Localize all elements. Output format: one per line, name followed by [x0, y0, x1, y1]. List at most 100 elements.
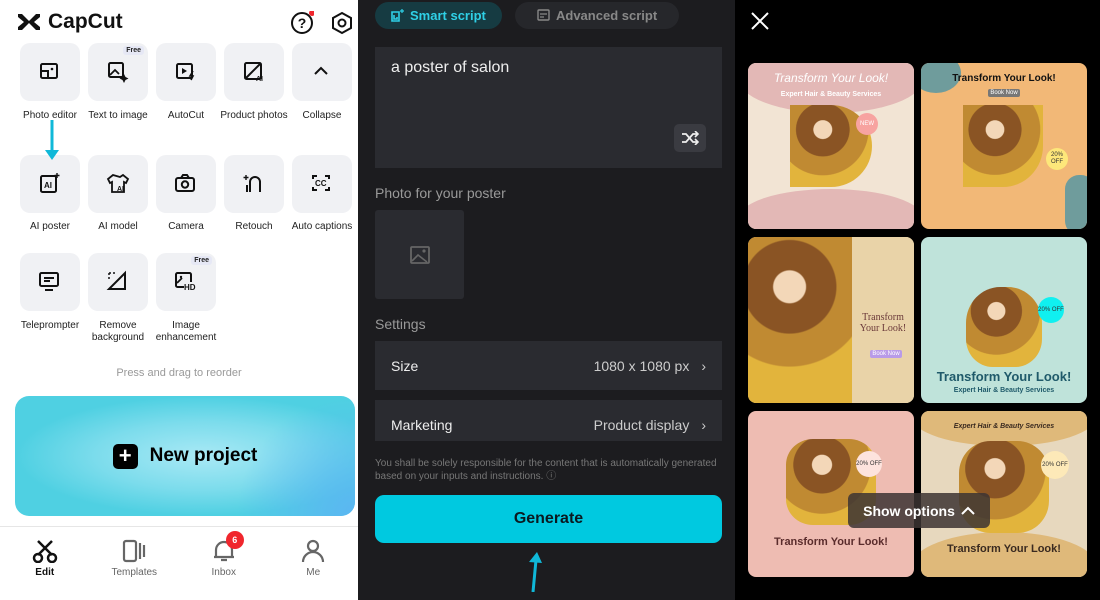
- tool-label: AutoCut: [167, 110, 205, 121]
- user-icon: [302, 539, 325, 563]
- product-photos-icon: AI: [244, 62, 263, 83]
- poster-title: Transform Your Look!: [774, 536, 888, 548]
- poster-result[interactable]: Transform Your Look! Expert Hair & Beauty…: [921, 237, 1087, 403]
- help-icon: ?: [291, 10, 315, 34]
- chevron-right-icon: ›: [701, 416, 706, 433]
- svg-text:HD: HD: [184, 283, 196, 292]
- tool-product-photos-button[interactable]: AI: [224, 43, 284, 101]
- tool-label: Teleprompter: [20, 320, 80, 331]
- close-icon[interactable]: [751, 12, 769, 30]
- tool-collapse-button[interactable]: [292, 43, 352, 101]
- photo-label: Photo for your poster: [375, 185, 506, 201]
- image-icon: [409, 245, 430, 264]
- tool-label: Collapse: [302, 110, 342, 121]
- marketing-setting[interactable]: Marketing Product display ›: [375, 400, 722, 441]
- chevron-up-icon: [961, 506, 975, 515]
- svg-text:AI: AI: [256, 76, 263, 83]
- chevron-right-icon: ›: [701, 357, 706, 374]
- capcut-logo: CapCut: [16, 10, 123, 34]
- tool-label: Camera: [168, 221, 204, 232]
- bottom-nav: Edit Templates 6 Inbox Me: [0, 526, 358, 600]
- poster-badge: 20% OFF: [1038, 297, 1064, 323]
- captions-icon: CC: [312, 175, 330, 191]
- tool-label: Remove background: [91, 320, 145, 343]
- ai-poster-icon: AI: [40, 173, 60, 193]
- poster-title: Transform Your Look!: [859, 312, 907, 334]
- nav-inbox[interactable]: 6 Inbox: [179, 527, 269, 600]
- tool-label: AI poster: [29, 221, 71, 232]
- poster-badge: 20% OFF: [856, 451, 882, 477]
- image-enhancement-icon: HD: [175, 272, 196, 292]
- poster-photo: [963, 105, 1043, 187]
- tool-text-to-image-button[interactable]: Free: [88, 43, 148, 101]
- ai-model-icon: AI: [106, 173, 130, 193]
- autocut-icon: [176, 63, 195, 81]
- gear-icon: [332, 11, 352, 35]
- poster-subtitle: Expert Hair & Beauty Services: [780, 91, 882, 98]
- tool-label: Product photos: [220, 110, 288, 121]
- poster-badge: 20% OFF: [1041, 451, 1069, 479]
- remove-background-icon: [106, 270, 126, 290]
- nav-edit[interactable]: Edit: [0, 527, 90, 600]
- poster-subtitle: Book Now: [988, 89, 1020, 97]
- shuffle-icon: [682, 131, 699, 145]
- poster-badge: NEW: [856, 113, 878, 135]
- tool-photo-editor-button[interactable]: [20, 43, 80, 101]
- poster-subtitle: Book Now: [870, 350, 902, 358]
- svg-text:AI: AI: [117, 186, 124, 193]
- retouch-icon: [243, 175, 261, 192]
- arrow-down-annotation-icon: [45, 120, 59, 160]
- scissors-icon: [32, 540, 57, 563]
- svg-text:CC: CC: [315, 179, 327, 188]
- photo-upload[interactable]: [375, 210, 464, 299]
- new-project-button[interactable]: + New project: [15, 396, 355, 516]
- info-icon[interactable]: ⓘ: [546, 471, 556, 482]
- settings-label: Settings: [375, 316, 426, 332]
- nav-me[interactable]: Me: [269, 527, 359, 600]
- tool-image-enhancement-button[interactable]: HD Free: [156, 253, 216, 311]
- size-setting[interactable]: Size 1080 x 1080 px ›: [375, 341, 722, 390]
- svg-text:?: ?: [298, 15, 307, 31]
- tool-retouch-button[interactable]: [224, 155, 284, 213]
- tool-label: AI model: [98, 221, 138, 232]
- shuffle-button[interactable]: [674, 124, 706, 152]
- generate-button[interactable]: Generate: [375, 495, 722, 543]
- tool-auto-captions-button[interactable]: CC: [292, 155, 352, 213]
- capcut-home-panel: CapCut ? Photo editor Free Text to image Au…: [0, 0, 358, 600]
- nav-templates[interactable]: Templates: [90, 527, 180, 600]
- teleprompter-icon: [39, 272, 59, 291]
- poster-title: Transform Your Look!: [952, 73, 1056, 84]
- poster-title: Transform Your Look!: [773, 71, 889, 85]
- templates-icon: [123, 539, 146, 563]
- plus-icon: +: [112, 443, 138, 469]
- help-button[interactable]: ?: [290, 10, 315, 40]
- capcut-logo-icon: [18, 14, 40, 30]
- chevron-up-icon: [314, 66, 328, 75]
- free-badge: Free: [123, 46, 144, 55]
- text-to-image-icon: [108, 62, 129, 83]
- poster-result[interactable]: Transform Your Look! Book Now: [748, 237, 914, 403]
- tab-advanced-script[interactable]: Advanced script: [515, 2, 680, 29]
- show-options-button[interactable]: Show options: [848, 493, 990, 528]
- poster-result[interactable]: Transform Your Look! Expert Hair & Beauty…: [748, 63, 914, 229]
- svg-text:AI: AI: [44, 181, 52, 190]
- tool-camera-button[interactable]: [156, 155, 216, 213]
- inbox-badge: 6: [225, 531, 244, 549]
- tool-autocut-button[interactable]: [156, 43, 216, 101]
- poster-result[interactable]: Transform Your Look! Book Now 20% OFF: [921, 63, 1087, 229]
- settings-button[interactable]: [331, 11, 353, 40]
- tool-teleprompter-button[interactable]: [20, 253, 80, 311]
- tab-smart-script[interactable]: Smart script: [375, 2, 502, 29]
- tool-ai-model-button[interactable]: AI: [88, 155, 148, 213]
- reorder-hint: Press and drag to reorder: [116, 367, 242, 379]
- prompt-input[interactable]: a poster of salon: [375, 47, 722, 168]
- arrow-up-annotation-icon: [529, 552, 542, 592]
- free-badge: Free: [191, 256, 212, 265]
- poster-subtitle: Expert Hair & Beauty Services: [953, 387, 1055, 394]
- poster-photo: [966, 287, 1042, 367]
- poster-badge: 20% OFF: [1046, 148, 1068, 170]
- poster-title: Transform Your Look!: [936, 369, 1072, 384]
- poster-photo: [748, 237, 852, 403]
- tool-remove-background-button[interactable]: [88, 253, 148, 311]
- advanced-script-icon: [537, 9, 550, 21]
